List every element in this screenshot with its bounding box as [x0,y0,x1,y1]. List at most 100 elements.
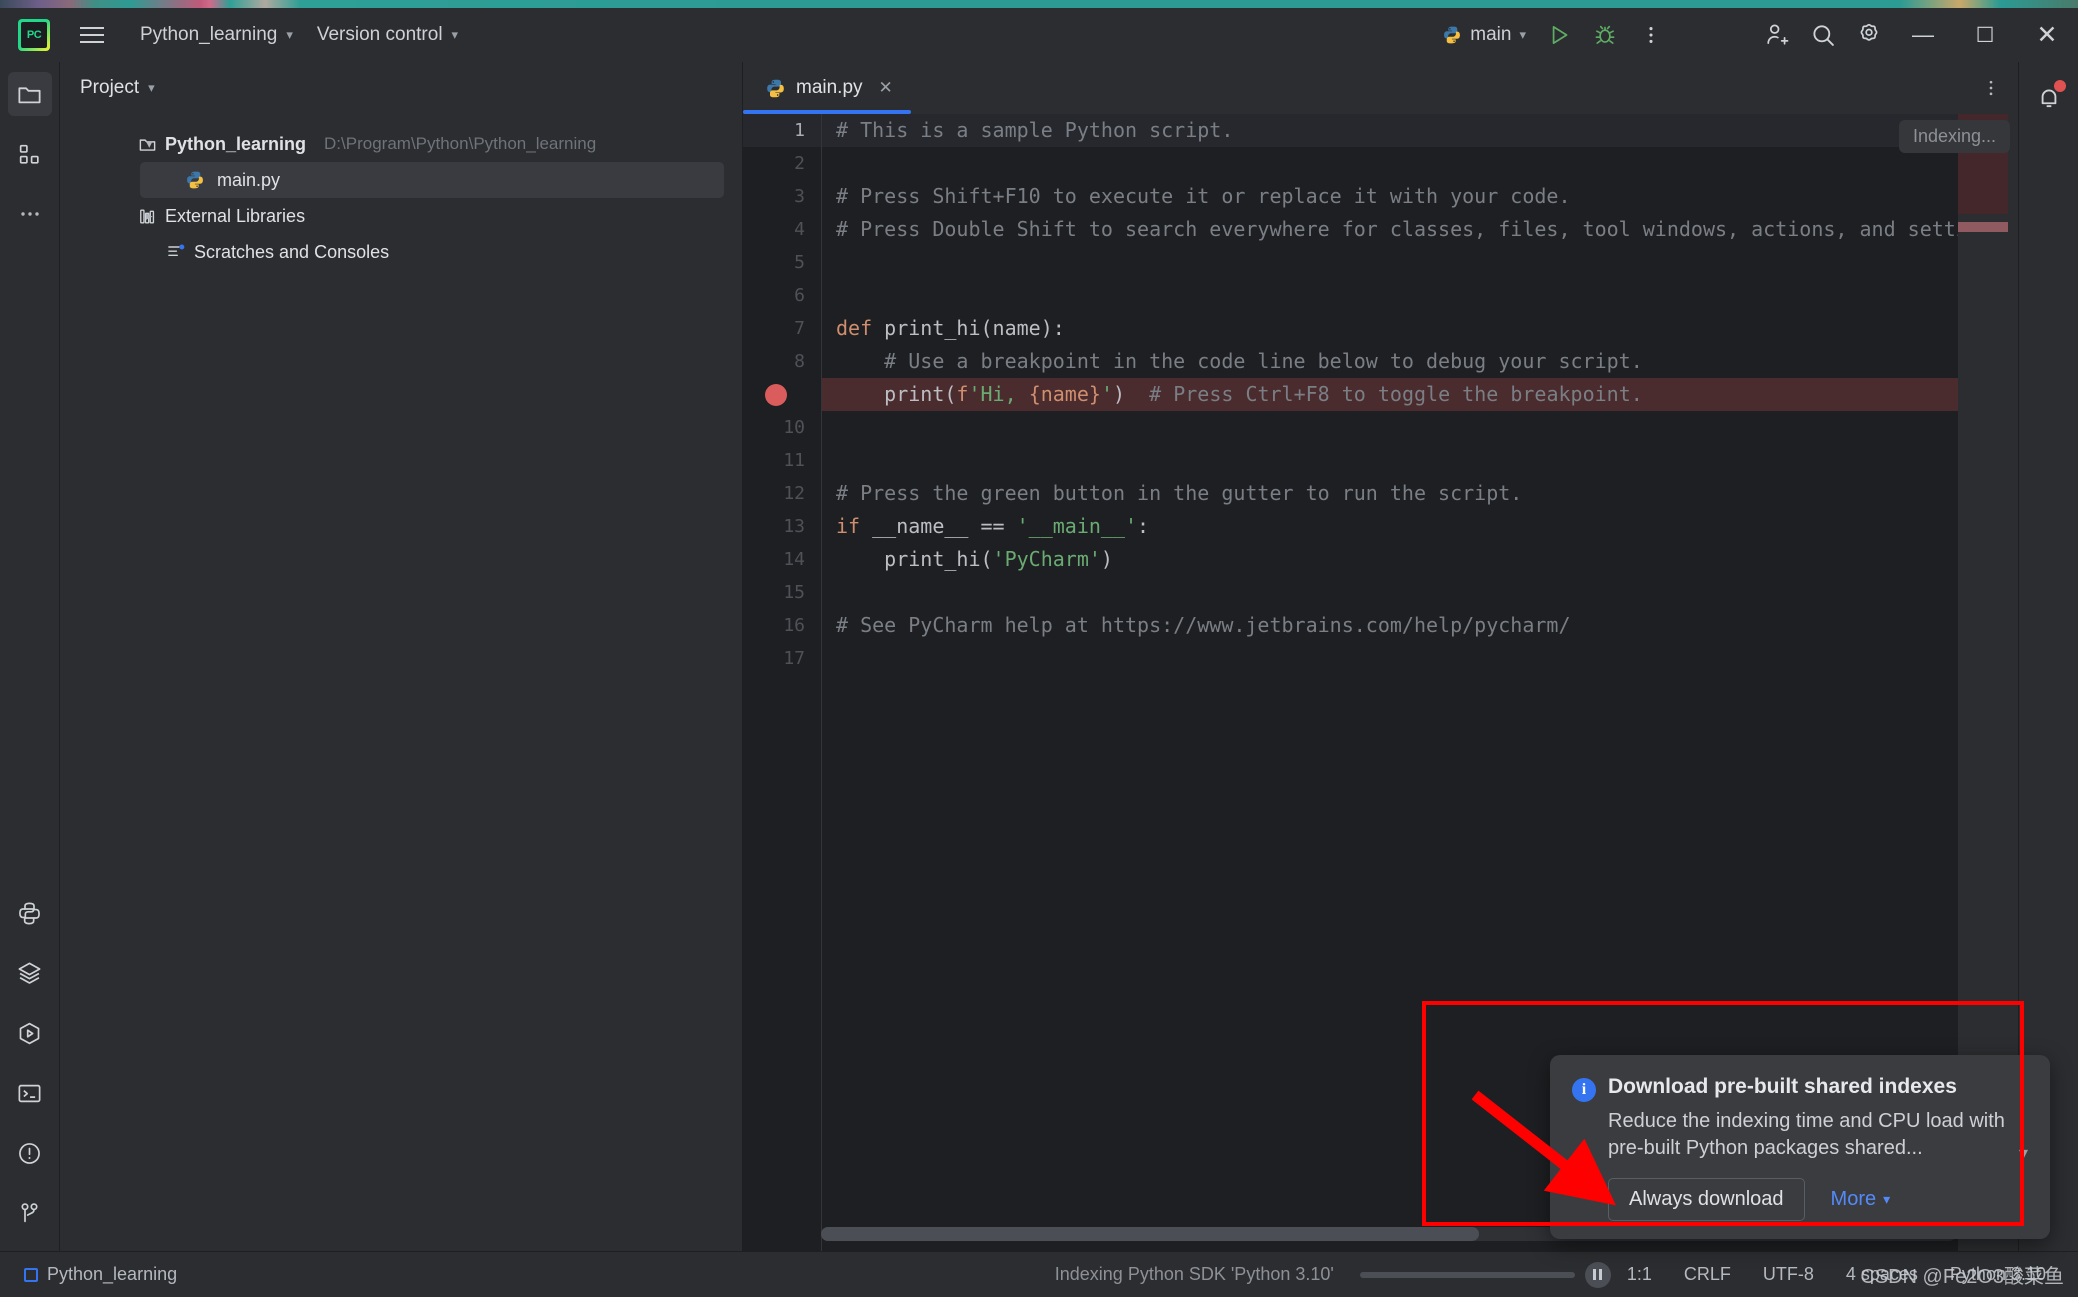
ellipsis-icon [20,212,39,216]
status-indent[interactable]: 4 spaces [1830,1264,1934,1285]
gutter-line-number[interactable]: 2 [743,147,821,180]
left-tool-bar [0,62,60,1251]
tree-node-path: D:\Program\Python\Python_learning [324,134,597,153]
more-actions-button[interactable] [1628,15,1674,55]
project-menu[interactable]: Python_learning ▾ [128,18,305,52]
code-line[interactable] [822,147,1958,180]
tree-node-label: Python_learning [165,133,307,154]
gutter-line-number[interactable]: 13 [743,510,821,543]
notification-badge-dot [2053,80,2066,92]
terminal-icon [18,1084,41,1102]
gutter-line-number[interactable]: 6 [743,279,821,312]
chevron-down-icon[interactable]: ▾ [146,136,158,152]
gutter-line-number[interactable]: 4 [743,213,821,246]
run-hex-icon [19,1022,40,1044]
close-button[interactable]: ✕ [2016,8,2078,62]
code-token: # Press the green button in the gutter t… [836,481,1523,505]
debug-button[interactable] [1582,15,1628,55]
sidebar-item-project[interactable] [7,72,52,116]
gutter-line-number[interactable]: 3 [743,180,821,213]
code-line[interactable] [822,444,1958,477]
always-download-button[interactable]: Always download [1608,1178,1805,1221]
chevron-right-icon[interactable]: ▸ [146,208,158,224]
chevron-down-icon[interactable]: ▾ [2019,1143,2028,1164]
maximize-button[interactable]: ☐ [1954,8,2016,62]
code-line[interactable]: # Press Shift+F10 to execute it or repla… [822,180,1958,213]
code-line[interactable] [822,279,1958,312]
code-line[interactable] [822,246,1958,279]
code-line[interactable]: if __name__ == '__main__': [822,510,1958,543]
gutter-line-number[interactable]: 11 [743,444,821,477]
status-project[interactable]: Python_learning [16,1264,177,1285]
gutter-line-number[interactable]: 15 [743,576,821,609]
code-line[interactable]: # Press the green button in the gutter t… [822,477,1958,510]
gutter-line-number[interactable]: 17 [743,642,821,675]
chevron-down-icon: ▾ [1519,27,1526,42]
editor-gutter[interactable]: 1 2 3 4 5 6 7 8 10 11 12 13 14 15 16 17 [743,114,821,1251]
project-panel-header[interactable]: Project ▾ [60,62,742,114]
code-token: '__main__' [1016,514,1138,538]
gutter-line-number[interactable]: 10 [743,411,821,444]
gutter-line-number[interactable]: 5 [743,246,821,279]
gutter-line-number[interactable]: 7 [743,312,821,345]
gutter-line-number[interactable]: 14 [743,543,821,576]
code-line[interactable]: print(f'Hi, {name}') # Press Ctrl+F8 to … [822,378,1958,411]
sidebar-item-terminal[interactable] [8,1071,52,1115]
add-user-button[interactable] [1754,15,1800,55]
settings-button[interactable] [1846,15,1892,55]
gutter-line-number[interactable]: 8 [743,345,821,378]
run-configuration-selector[interactable]: main ▾ [1432,19,1536,51]
tree-node-python-learning[interactable]: ▾ Python_learning D:\Program\Python\Pyth… [60,126,742,162]
code-line[interactable] [822,642,1958,675]
sidebar-item-database[interactable] [8,951,52,995]
version-control-menu[interactable]: Version control ▾ [305,18,470,52]
code-line[interactable] [822,576,1958,609]
project-menu-label: Python_learning [140,24,278,45]
gutter-line-number[interactable]: 16 [743,609,821,642]
sidebar-item-structure[interactable] [8,132,52,176]
sidebar-item-version-control[interactable] [8,1191,52,1235]
notifications-button[interactable] [2027,76,2071,120]
code-token: # Press Ctrl+F8 to toggle the breakpoint… [1149,382,1643,406]
tree-node-external-libraries[interactable]: ▸ External Libraries [60,198,742,234]
gutter-line-number[interactable]: 12 [743,477,821,510]
tree-node-scratches-and-consoles[interactable]: Scratches and Consoles [60,234,742,270]
notification-popup[interactable]: i Download pre-built shared indexes Redu… [1550,1055,2050,1239]
sidebar-item-more[interactable] [8,192,52,236]
status-line-separator[interactable]: CRLF [1668,1264,1747,1285]
close-icon[interactable]: ✕ [879,78,893,98]
code-line[interactable]: # Press Double Shift to search everywher… [822,213,1958,246]
code-token: print( [836,382,957,406]
main-menu-icon[interactable] [72,15,112,55]
code-line[interactable]: # See PyCharm help at https://www.jetbra… [822,609,1958,642]
chevron-down-icon: ▾ [1883,1191,1891,1207]
status-caret-position[interactable]: 1:1 [1611,1264,1668,1285]
code-line[interactable] [822,411,1958,444]
code-token: ) [1112,382,1150,406]
code-line[interactable]: print_hi('PyCharm') [822,543,1958,576]
gutter-line-number[interactable]: 1 [743,114,821,147]
sidebar-item-python-console[interactable] [8,891,52,935]
sidebar-item-run[interactable] [8,1011,52,1055]
sidebar-item-problems[interactable] [8,1131,52,1175]
indexing-badge: Indexing... [1898,120,2010,153]
code-line[interactable]: # This is a sample Python script. [822,114,1958,147]
code-line[interactable]: def print_hi(name): [822,312,1958,345]
pycharm-logo-icon: PC [18,19,50,51]
code-token: print_hi( [836,547,993,571]
more-link-label: More [1830,1188,1877,1210]
editor-options-button[interactable] [1964,62,2018,114]
status-pause-button[interactable] [1584,1261,1611,1288]
status-encoding[interactable]: UTF-8 [1747,1264,1830,1285]
run-button[interactable] [1536,15,1582,55]
search-button[interactable] [1800,15,1846,55]
breakpoint-marker[interactable] [765,384,787,406]
tree-node-main-py[interactable]: main.py [140,162,724,198]
editor-tab-main-py[interactable]: main.py ✕ [743,62,911,114]
editor-tab-label: main.py [796,77,863,98]
more-link[interactable]: More ▾ [1831,1188,1891,1211]
status-interpreter[interactable]: Python 3.10 [1934,1264,2062,1285]
code-line[interactable]: # Use a breakpoint in the code line belo… [822,345,1958,378]
minimize-button[interactable]: — [1892,8,1954,62]
code-token: {name} [1028,382,1101,406]
